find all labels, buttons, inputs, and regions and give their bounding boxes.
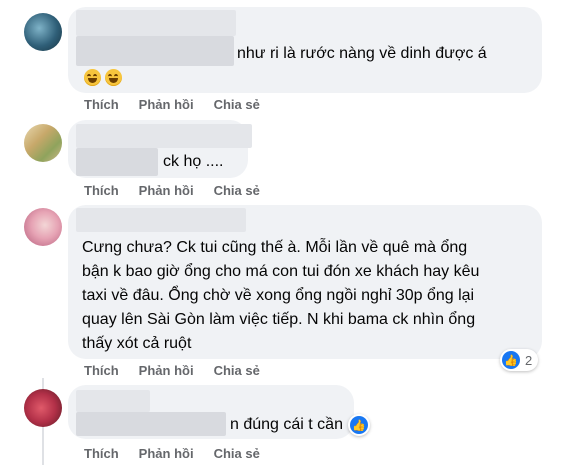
share-button[interactable]: Chia sẻ: [214, 97, 260, 112]
redacted-name: [76, 10, 236, 36]
redacted-name: [76, 208, 246, 232]
comment-text-line: thấy xót cả ruột: [82, 335, 192, 352]
comment-text-line: quay lên Sài Gòn làm việc tiếp. N khi ba…: [82, 311, 476, 328]
comment-actions: Thích Phản hồi Chia sẻ: [84, 363, 280, 378]
reply-button[interactable]: Phản hồi: [139, 363, 194, 378]
reply-button[interactable]: Phản hồi: [139, 183, 194, 198]
share-button[interactable]: Chia sẻ: [214, 363, 260, 378]
laughing-emoji-icon: [84, 69, 101, 87]
redacted-text: [76, 148, 158, 176]
redacted-text: [76, 412, 226, 436]
redacted-text: [76, 36, 234, 66]
reply-button[interactable]: Phản hồi: [139, 97, 194, 112]
reply-button[interactable]: Phản hồi: [139, 446, 194, 461]
avatar[interactable]: [24, 13, 62, 51]
comment-actions: Thích Phản hồi Chia sẻ: [84, 183, 280, 198]
redacted-name: [76, 124, 252, 148]
like-button[interactable]: Thích: [84, 183, 119, 198]
comment-actions: Thích Phản hồi Chia sẻ: [84, 97, 280, 112]
like-button[interactable]: Thích: [84, 446, 119, 461]
emoji-row: [84, 66, 126, 90]
like-icon: 👍: [502, 351, 520, 369]
like-button[interactable]: Thích: [84, 363, 119, 378]
comment-text-line: taxi về đâu. Ổng chờ về xong ổng ngồi ng…: [82, 287, 475, 304]
comment-text-line: bận k bao giờ ổng cho má con tui đón xe …: [82, 263, 480, 280]
share-button[interactable]: Chia sẻ: [214, 183, 260, 198]
comment-text: n đúng cái t cần: [230, 416, 343, 433]
redacted-name: [76, 390, 150, 412]
avatar[interactable]: [24, 208, 62, 246]
share-button[interactable]: Chia sẻ: [214, 446, 260, 461]
reaction-count: 2: [525, 352, 533, 368]
like-icon: 👍: [350, 416, 368, 434]
like-button[interactable]: Thích: [84, 97, 119, 112]
comment-text-line: Cưng chưa? Ck tui cũng thế à. Mỗi lần về…: [82, 239, 468, 256]
avatar[interactable]: [24, 124, 62, 162]
reaction-summary[interactable]: 👍: [348, 414, 370, 436]
reaction-summary[interactable]: 👍 2: [500, 349, 539, 371]
laughing-emoji-icon: [105, 69, 122, 87]
comment-actions: Thích Phản hồi Chia sẻ: [84, 446, 280, 461]
comment-text: ck họ ....: [163, 153, 224, 170]
comment-text: như ri là rước nàng về dinh được á: [237, 45, 487, 62]
avatar[interactable]: [24, 389, 62, 427]
